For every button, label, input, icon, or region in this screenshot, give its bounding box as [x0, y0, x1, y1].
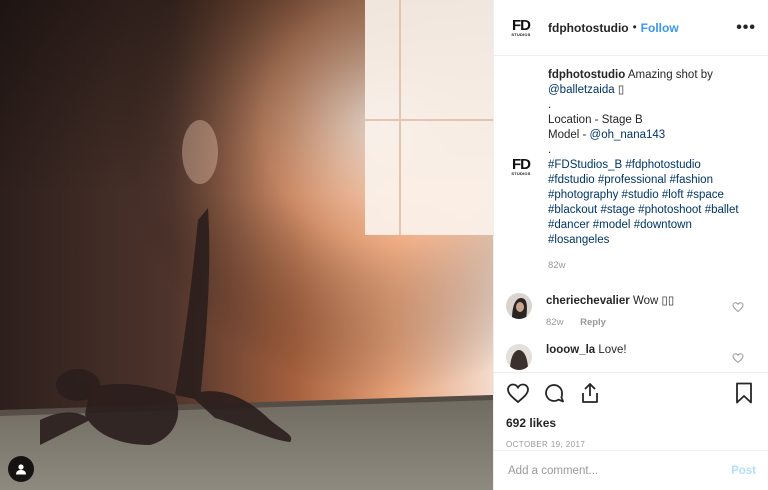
logo-text: FD: [512, 156, 531, 173]
hashtag-link[interactable]: #stage: [600, 204, 635, 216]
comment-like-heart-icon[interactable]: [732, 352, 744, 364]
comment-text: Wow ▯▯: [632, 295, 675, 307]
comment-body: cheriechevalier Wow ▯▯ 82w Reply: [546, 293, 674, 328]
follow-button[interactable]: Follow: [641, 21, 679, 35]
avatar[interactable]: [506, 293, 532, 319]
hashtag-link[interactable]: #blackout: [548, 204, 597, 216]
comment-body: looow_la Love!: [546, 344, 627, 370]
hashtag-link[interactable]: #photoshoot: [638, 204, 701, 216]
add-comment-bar: Post: [494, 450, 768, 490]
hashtag-link[interactable]: #fdphotostudio: [625, 159, 700, 171]
post-side-panel: FD STUDIOS fdphotostudio • Follow ••• FD…: [493, 0, 768, 490]
logo-subtext: STUDIOS: [511, 31, 531, 37]
comment-text: Love!: [598, 344, 627, 356]
avatar-photo-icon: [506, 344, 532, 370]
hashtag-link[interactable]: #losangeles: [548, 234, 609, 246]
hashtag-link[interactable]: #fdstudio: [548, 174, 595, 186]
hashtag-link[interactable]: #fashion: [670, 174, 713, 186]
mention-link[interactable]: @balletzaida: [548, 84, 615, 96]
mention-link[interactable]: @oh_nana143: [590, 129, 666, 141]
hashtag-link[interactable]: #studio: [622, 189, 659, 201]
header-separator: •: [632, 21, 637, 34]
hashtag-link[interactable]: #photography: [548, 189, 618, 201]
avatar[interactable]: [506, 344, 532, 370]
more-options-icon[interactable]: •••: [736, 19, 756, 37]
caption-location: Location - Stage B: [548, 114, 643, 126]
logo-subtext: STUDIOS: [511, 171, 531, 176]
hashtag-link[interactable]: #dancer: [548, 219, 590, 231]
comment-like-heart-icon[interactable]: [732, 301, 744, 313]
tagged-users-button[interactable]: [8, 456, 34, 482]
user-icon: [16, 464, 26, 475]
comment-username[interactable]: cheriechevalier: [546, 295, 630, 307]
caption-text: fdphotostudio Amazing shot by @balletzai…: [548, 68, 748, 273]
comment-username[interactable]: looow_la: [546, 344, 595, 356]
caption-dot: .: [548, 144, 552, 156]
logo-text: FD: [512, 16, 531, 34]
comment-timestamp[interactable]: 82w: [546, 317, 563, 328]
hashtag-list: #FDStudios_B #fdphotostudio #fdstudio #p…: [548, 158, 748, 248]
heart-icon[interactable]: [506, 381, 530, 405]
caption-timestamp[interactable]: 82w: [548, 258, 748, 273]
post-comment-button[interactable]: Post: [731, 465, 756, 477]
caption-emoji: ▯: [617, 84, 625, 96]
caption-dot: .: [548, 99, 552, 111]
hashtag-link[interactable]: #model: [593, 219, 631, 231]
comment-meta: 82w Reply: [546, 317, 674, 328]
hashtag-link[interactable]: #FDStudios_B: [548, 159, 622, 171]
hashtag-link[interactable]: #space: [687, 189, 724, 201]
add-comment-input[interactable]: [506, 463, 732, 478]
hashtag-link[interactable]: #loft: [662, 189, 684, 201]
comment-item: cheriechevalier Wow ▯▯ 82w Reply: [506, 293, 756, 328]
comment-icon[interactable]: [542, 381, 566, 405]
caption-username[interactable]: fdphotostudio: [548, 69, 625, 81]
post-photo[interactable]: [0, 0, 493, 490]
reply-button[interactable]: Reply: [580, 317, 606, 328]
profile-logo-avatar[interactable]: FD STUDIOS: [506, 13, 536, 43]
hashtag-link[interactable]: #ballet: [705, 204, 739, 216]
share-icon[interactable]: [578, 381, 602, 405]
dancer-photo-image: [0, 0, 493, 490]
caption-line1: Amazing shot by: [627, 69, 713, 81]
caption: FD STUDIOS fdphotostudio Amazing shot by…: [506, 68, 756, 273]
avatar-photo-icon: [506, 293, 532, 319]
action-bar: [494, 372, 768, 412]
caption-model-prefix: Model -: [548, 129, 590, 141]
likes-count[interactable]: 692 likes: [494, 416, 768, 430]
hashtag-link[interactable]: #downtown: [634, 219, 692, 231]
bookmark-icon[interactable]: [732, 381, 756, 405]
header-username[interactable]: fdphotostudio: [548, 21, 629, 35]
post-header: FD STUDIOS fdphotostudio • Follow •••: [494, 0, 768, 56]
comment-item: looow_la Love!: [506, 344, 756, 370]
hashtag-link[interactable]: #professional: [598, 174, 666, 186]
comments-list[interactable]: FD STUDIOS fdphotostudio Amazing shot by…: [494, 56, 768, 372]
caption-avatar[interactable]: FD STUDIOS: [506, 152, 536, 182]
instagram-post: FD STUDIOS fdphotostudio • Follow ••• FD…: [0, 0, 768, 490]
post-date[interactable]: OCTOBER 19, 2017: [494, 440, 768, 449]
